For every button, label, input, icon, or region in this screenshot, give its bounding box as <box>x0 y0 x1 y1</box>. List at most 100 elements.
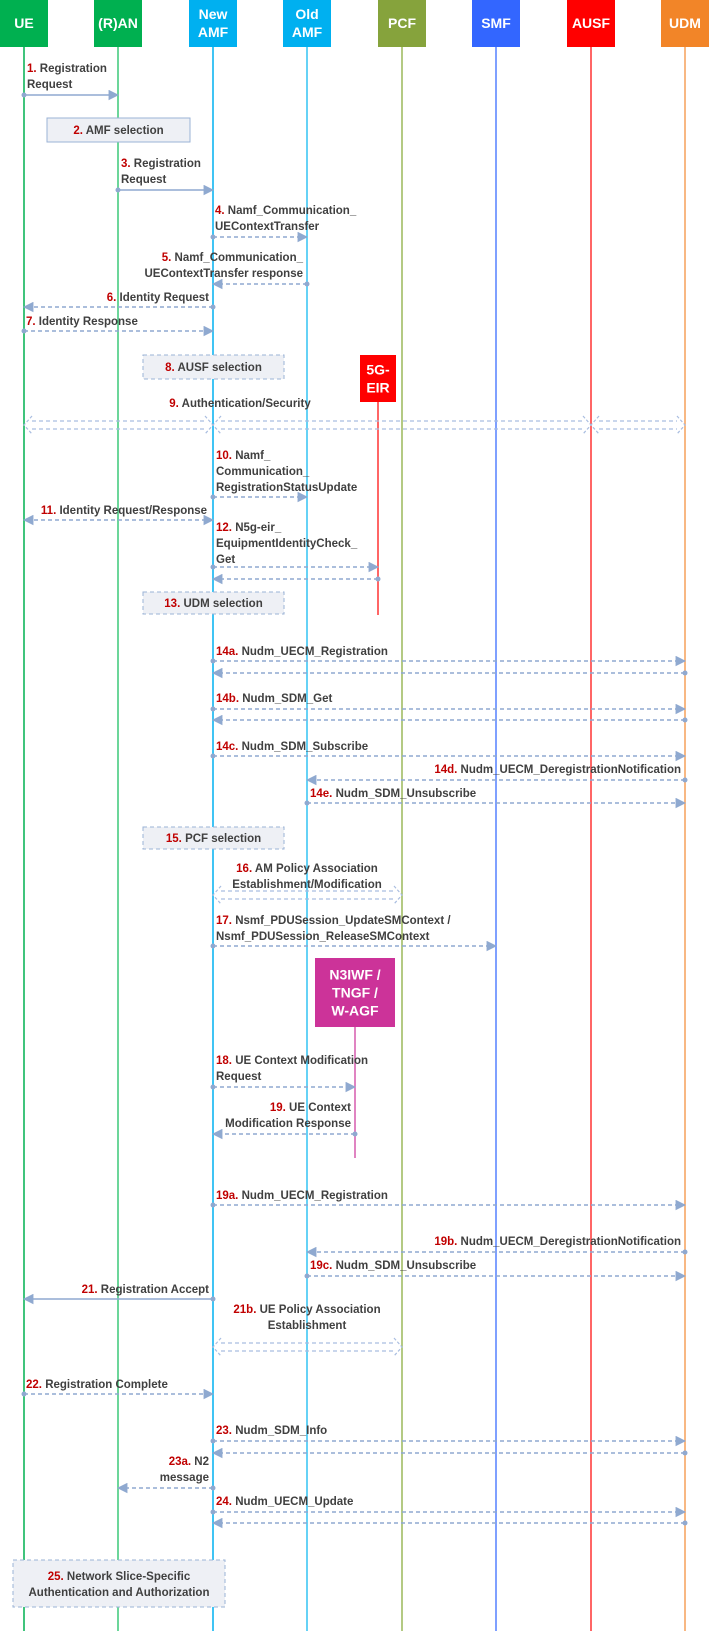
step-number: 12. <box>216 522 232 534</box>
step-label: RegistrationStatusUpdate <box>216 482 357 494</box>
step-text: Identity Request/Response <box>56 505 207 517</box>
step-label: 22. Registration Complete <box>26 1379 168 1391</box>
step-number: 8. <box>165 362 175 374</box>
step-label: Request <box>27 79 73 91</box>
step-label: Request <box>121 174 167 186</box>
arrow-origin-dot <box>682 670 688 676</box>
step-text: N2 <box>191 1456 209 1468</box>
arrow-origin-dot <box>210 1509 216 1515</box>
entity-label: UE <box>14 15 33 31</box>
double-arrow <box>590 415 686 435</box>
step-label: 19. UE Context <box>270 1102 351 1114</box>
step-label: Communication_ <box>216 466 310 478</box>
step-number: 18. <box>216 1055 232 1067</box>
step-text: Network Slice-Specific <box>64 1571 191 1583</box>
arrow-head-right <box>393 1337 403 1357</box>
step-label: 14a. Nudm_UECM_Registration <box>216 646 388 658</box>
arrow-origin-dot <box>115 187 121 193</box>
step-text: Namf_ <box>232 450 271 462</box>
step-text: AMF selection <box>83 125 164 137</box>
step-text: PCF selection <box>182 833 261 845</box>
entity-label: AUSF <box>572 15 611 31</box>
entity-label: 5G- <box>366 362 390 378</box>
step-number: 19a. <box>216 1190 238 1202</box>
step-number: 19b. <box>434 1236 457 1248</box>
step-label: 19a. Nudm_UECM_Registration <box>216 1190 388 1202</box>
step-number: 24. <box>216 1496 232 1508</box>
arrow-origin-dot <box>352 1131 358 1137</box>
step-number: 16. <box>236 863 252 875</box>
step-label: 6. Identity Request <box>107 292 209 304</box>
step-text: Registration Accept <box>98 1284 210 1296</box>
step-number: 10. <box>216 450 232 462</box>
arrow-origin-dot <box>210 564 216 570</box>
arrow-head-left <box>212 415 222 435</box>
arrow-head-right <box>582 415 592 435</box>
arrow-origin-dot <box>210 1202 216 1208</box>
step-label: 14d. Nudm_UECM_DeregistrationNotificatio… <box>434 764 681 776</box>
step-label: EquipmentIdentityCheck_ <box>216 538 358 550</box>
step-label: 23. Nudm_SDM_Info <box>216 1425 327 1437</box>
arrow-head-left <box>212 885 222 905</box>
step-label: 13. UDM selection <box>164 598 262 610</box>
arrow-origin-dot <box>682 1520 688 1526</box>
step-label: 24. Nudm_UECM_Update <box>216 1496 353 1508</box>
action-box <box>12 1559 226 1608</box>
step-text: Nudm_UECM_DeregistrationNotification <box>457 1236 681 1248</box>
entity-label: TNGF / <box>332 985 378 1001</box>
step-text: Nsmf_PDUSession_UpdateSMContext / <box>232 915 451 927</box>
step-text: Nudm_UECM_Registration <box>238 646 388 658</box>
step-text: Identity Response <box>36 316 138 328</box>
step-label: Get <box>216 554 235 566</box>
step-label: Nsmf_PDUSession_ReleaseSMContext <box>216 931 430 943</box>
arrow-head-left <box>590 415 600 435</box>
arrow-origin-dot <box>21 92 27 98</box>
arrow-origin-dot <box>304 1273 310 1279</box>
arrow-origin-dot <box>304 281 310 287</box>
step-number: 25. <box>48 1571 64 1583</box>
step-number: 13. <box>164 598 180 610</box>
step-label: 14e. Nudm_SDM_Unsubscribe <box>310 788 476 800</box>
step-number: 5. <box>162 252 172 264</box>
entity-label: UDM <box>669 15 701 31</box>
step-text: AUSF selection <box>175 362 262 374</box>
step-number: 23. <box>216 1425 232 1437</box>
step-text: Namf_Communication_ <box>171 252 303 264</box>
step-number: 9. <box>169 398 179 410</box>
entity-label: Old <box>295 6 318 22</box>
step-label: 12. N5g-eir_ <box>216 522 282 534</box>
step-label: 15. PCF selection <box>166 833 261 845</box>
step-text: Nudm_SDM_Info <box>232 1425 327 1437</box>
step-label: 7. Identity Response <box>26 316 138 328</box>
entity-label: EIR <box>366 380 389 396</box>
step-label: 16. AM Policy Association <box>236 863 378 875</box>
step-text: N5g-eir_ <box>232 522 282 534</box>
step-number: 1. <box>27 63 37 75</box>
step-number: 22. <box>26 1379 42 1391</box>
arrow-origin-dot <box>375 576 381 582</box>
step-label: 2. AMF selection <box>73 125 163 137</box>
step-label: 25. Network Slice-Specific <box>48 1571 191 1583</box>
step-label: Modification Response <box>225 1118 351 1130</box>
entity-label: SMF <box>481 15 511 31</box>
step-text: Nudm_SDM_Unsubscribe <box>332 788 476 800</box>
step-number: 14d. <box>434 764 457 776</box>
step-text: Registration <box>37 63 107 75</box>
arrow-origin-dot <box>304 800 310 806</box>
arrow-head-right <box>393 885 403 905</box>
arrow-origin-dot <box>682 717 688 723</box>
arrow-origin-dot <box>210 1438 216 1444</box>
step-label: 1. Registration <box>27 63 107 75</box>
arrow-head-right <box>676 415 686 435</box>
arrow-origin-dot <box>682 1249 688 1255</box>
step-number: 14e. <box>310 788 332 800</box>
step-number: 19c. <box>310 1260 332 1272</box>
step-label: 14c. Nudm_SDM_Subscribe <box>216 741 368 753</box>
step-text: Nudm_SDM_Get <box>239 693 332 705</box>
step-label: 4. Namf_Communication_ <box>215 205 357 217</box>
arrow-origin-dot <box>210 304 216 310</box>
arrow-origin-dot <box>210 1485 216 1491</box>
step-text: Nudm_SDM_Subscribe <box>238 741 368 753</box>
step-text: Namf_Communication_ <box>225 205 357 217</box>
entity-label: W-AGF <box>331 1003 379 1019</box>
